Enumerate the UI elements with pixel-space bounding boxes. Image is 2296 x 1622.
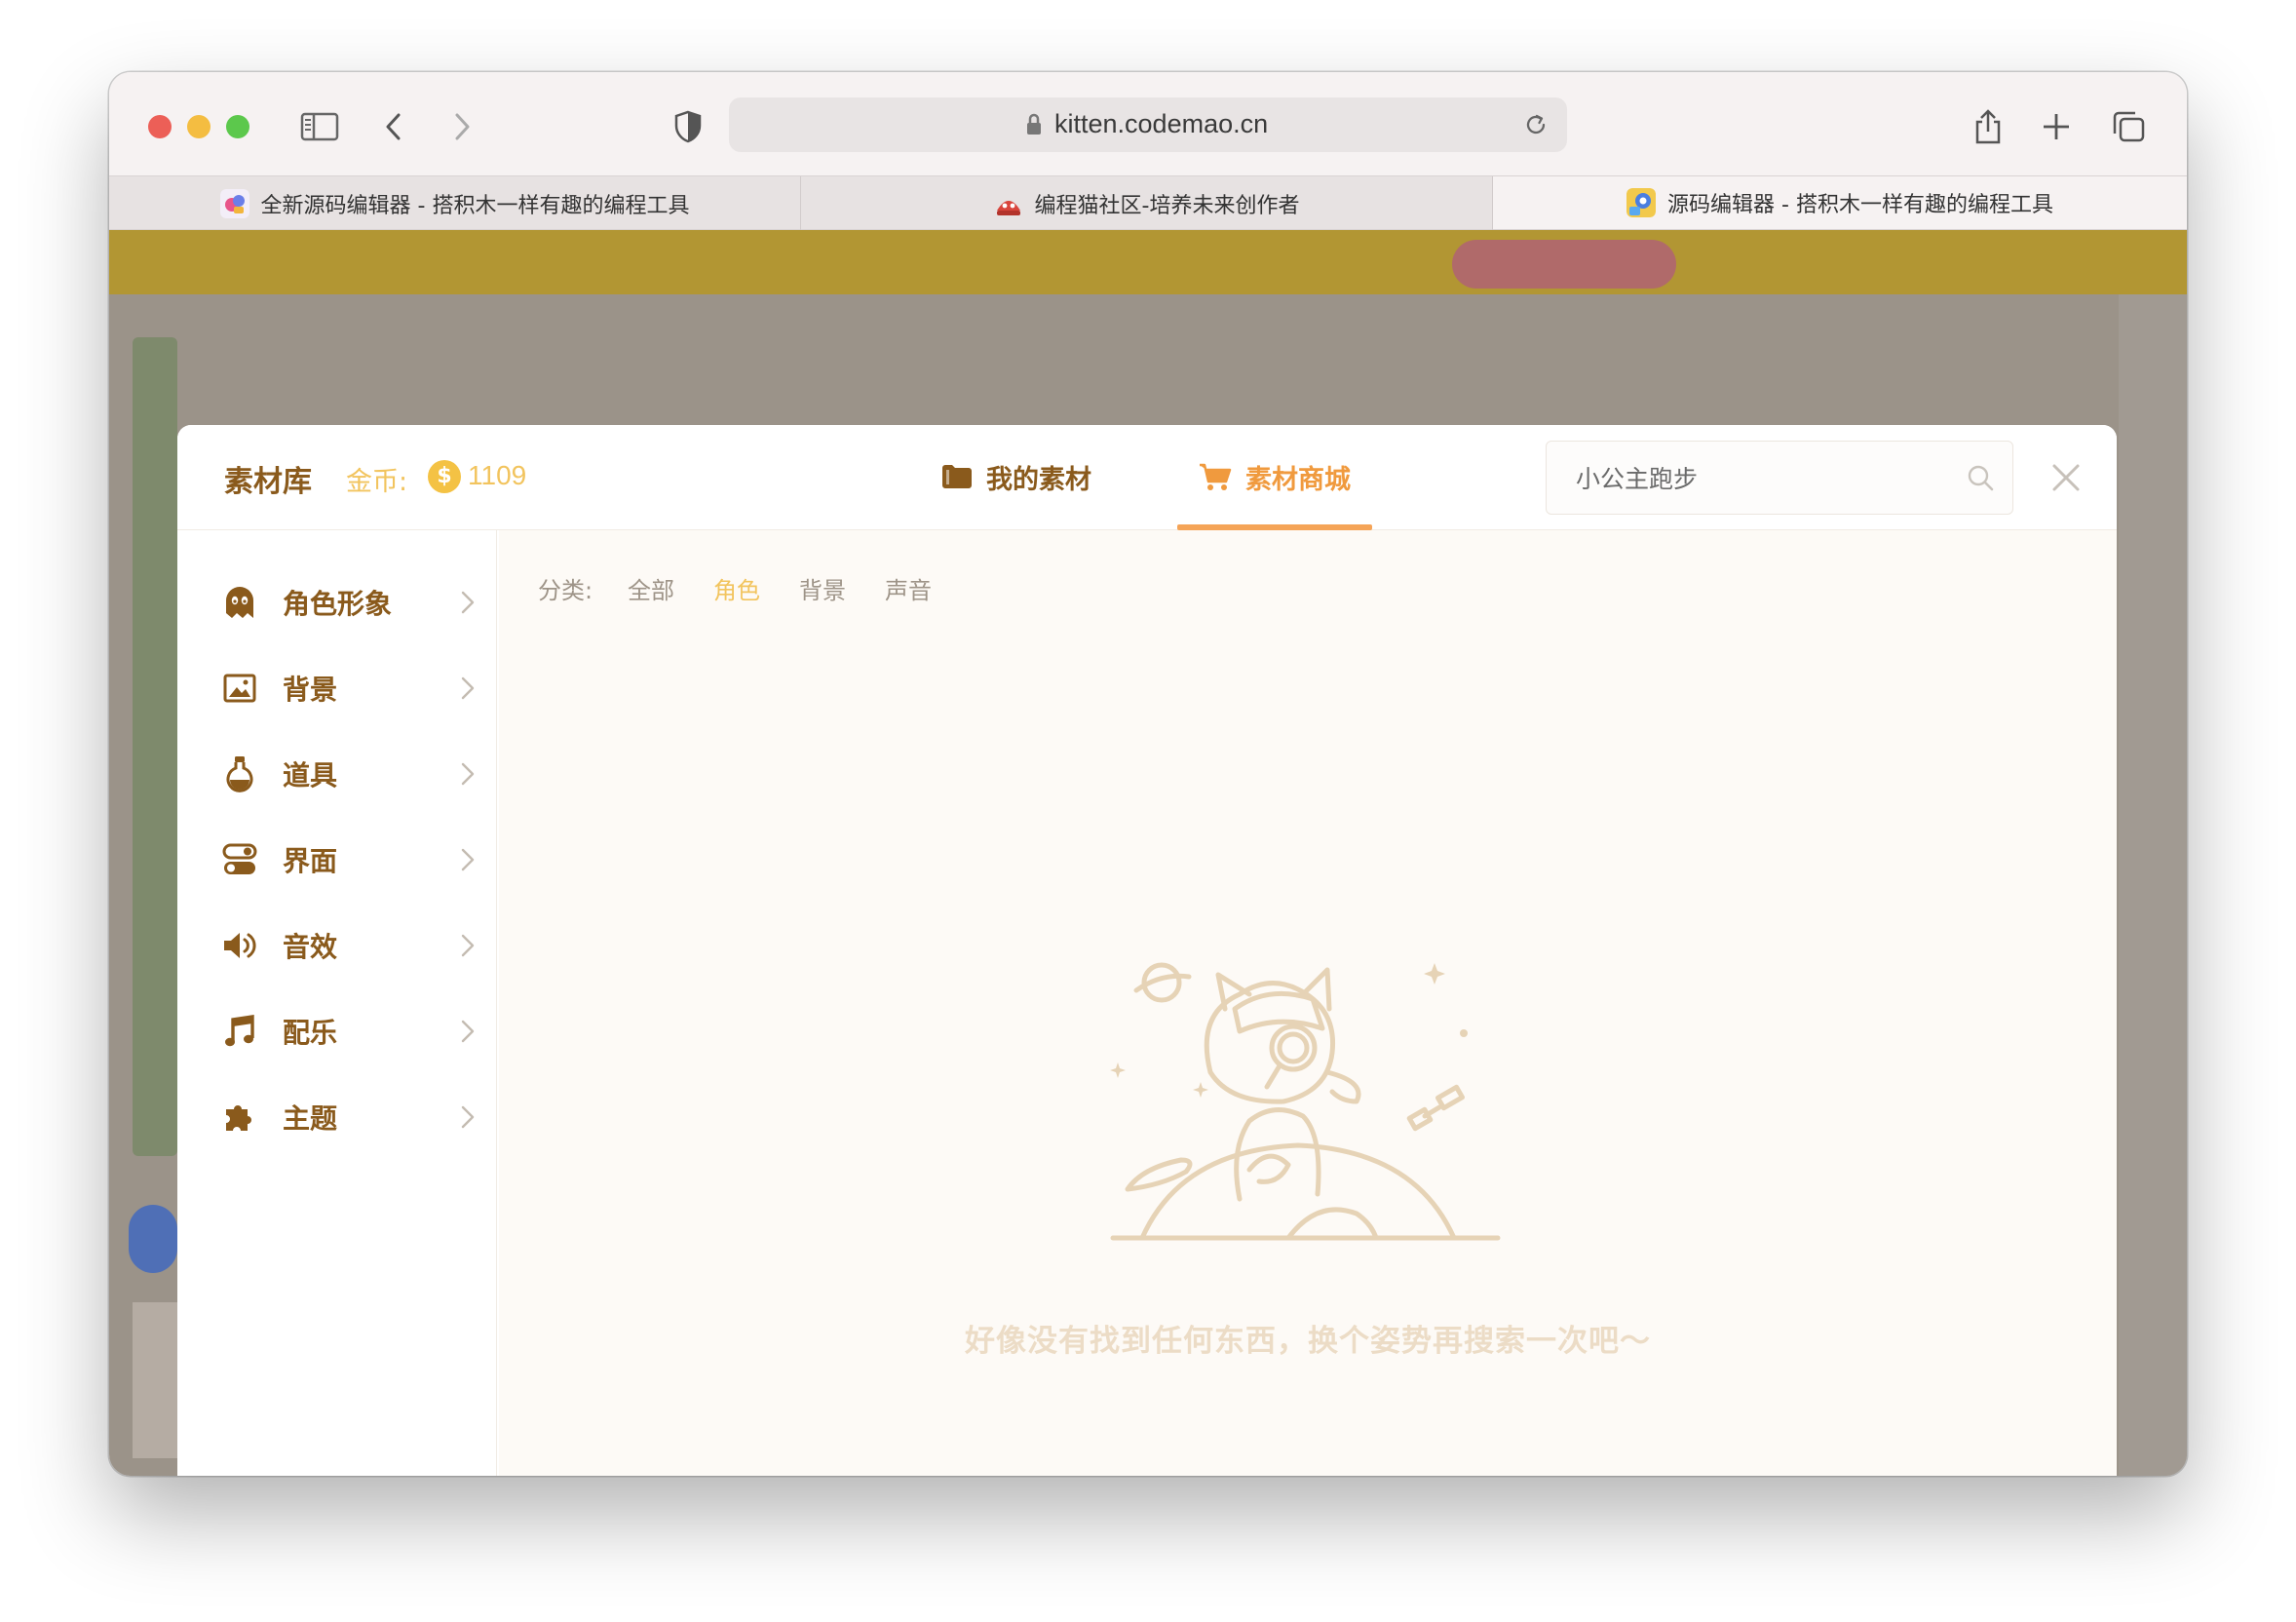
sidebar-item-props[interactable]: 道具 xyxy=(177,743,497,805)
folder-icon xyxy=(942,465,972,488)
new-tab-icon[interactable] xyxy=(2035,105,2078,148)
puzzle-icon xyxy=(220,1098,259,1137)
sidebar-item-themes[interactable]: 主题 xyxy=(177,1086,497,1148)
zoom-window-button[interactable] xyxy=(226,115,249,138)
tab-title: 编程猫社区-培养未来创作者 xyxy=(1034,194,1300,218)
privacy-shield-icon[interactable] xyxy=(667,105,709,148)
lock-icon xyxy=(1025,113,1043,140)
tab-label: 素材商城 xyxy=(1245,464,1351,495)
sidebar-item-label: 主题 xyxy=(283,1102,338,1135)
material-content-area: 分类: 全部 角色 背景 声音 好像没有找到任何东西，换个姿势再搜索一次吧～ xyxy=(499,530,2117,1476)
toggle-icon xyxy=(220,840,259,879)
back-icon[interactable] xyxy=(372,105,415,148)
page-right-rail-dimmed xyxy=(2119,294,2187,1476)
sidebar-item-interface[interactable]: 界面 xyxy=(177,829,497,891)
coin-label: 金币: xyxy=(346,467,408,497)
close-window-button[interactable] xyxy=(148,115,172,138)
image-icon xyxy=(220,669,259,708)
page-stage-dimmed xyxy=(133,337,177,1156)
minimize-window-button[interactable] xyxy=(187,115,210,138)
page-blue-button-dimmed xyxy=(129,1205,177,1273)
filter-background[interactable]: 背景 xyxy=(799,571,846,605)
coin-balance: 1109 xyxy=(468,460,527,490)
tab-my-materials[interactable]: 我的素材 xyxy=(941,454,1091,499)
codemao-editor-favicon xyxy=(219,189,249,218)
codemao-community-favicon xyxy=(996,201,1020,215)
tab-title: 源码编辑器 - 搭积木一样有趣的编程工具 xyxy=(1667,193,2053,217)
sidebar-toggle-icon[interactable] xyxy=(298,105,341,148)
browser-tab-1[interactable]: 全新源码编辑器 - 搭积木一样有趣的编程工具 xyxy=(109,176,801,231)
chevron-right-icon xyxy=(461,676,475,700)
tab-strip: 全新源码编辑器 - 搭积木一样有趣的编程工具 编程猫社区-培养未来创作者 源码编… xyxy=(109,175,2187,231)
modal-title: 素材库 xyxy=(224,465,312,499)
chevron-right-icon xyxy=(461,1020,475,1043)
empty-state-cat-illustration xyxy=(1110,962,1501,1241)
sidebar-item-music[interactable]: 配乐 xyxy=(177,1000,497,1062)
forward-icon[interactable] xyxy=(440,105,483,148)
sidebar-item-sound-effects[interactable]: 音效 xyxy=(177,914,497,977)
browser-tab-2[interactable]: 编程猫社区-培养未来创作者 xyxy=(801,176,1493,231)
chevron-right-icon xyxy=(461,762,475,786)
material-library-modal: 素材库 金币: $ 1109 我的素材 素材商城 小公主跑步 角色形象 背景 道… xyxy=(177,425,2117,1476)
browser-window: kitten.codemao.cn 全新源码编辑器 - 搭积木一样有趣的编程工具… xyxy=(109,72,2187,1476)
search-box[interactable] xyxy=(1546,441,2013,515)
browser-toolbar: kitten.codemao.cn xyxy=(109,72,2187,175)
sidebar-item-label: 角色形象 xyxy=(283,588,393,620)
url-text: kitten.codemao.cn xyxy=(1054,109,1269,138)
filter-role-selected[interactable]: 角色 xyxy=(713,571,760,605)
chevron-right-icon xyxy=(461,848,475,871)
sidebar-item-characters[interactable]: 角色形象 xyxy=(177,571,497,634)
address-bar[interactable]: kitten.codemao.cn xyxy=(729,97,1567,152)
tab-label: 我的素材 xyxy=(986,464,1091,495)
potion-icon xyxy=(220,754,259,793)
tab-overview-icon[interactable] xyxy=(2107,105,2150,148)
page-backdrop: 素材库 金币: $ 1109 我的素材 素材商城 小公主跑步 角色形象 背景 道… xyxy=(109,230,2187,1476)
filter-label: 分类: xyxy=(538,577,593,604)
sidebar-item-label: 配乐 xyxy=(283,1017,338,1049)
coin-icon: $ xyxy=(428,460,461,493)
chevron-right-icon xyxy=(461,591,475,614)
sidebar-item-backgrounds[interactable]: 背景 xyxy=(177,657,497,719)
search-icon[interactable] xyxy=(1966,463,1995,496)
shopping-cart-icon xyxy=(1200,463,1232,490)
filter-sound[interactable]: 声音 xyxy=(885,571,932,605)
close-icon[interactable] xyxy=(2048,460,2084,495)
search-input[interactable] xyxy=(1574,457,1944,498)
tab-material-store[interactable]: 素材商城 xyxy=(1199,454,1351,499)
music-note-icon xyxy=(220,1012,259,1051)
chevron-right-icon xyxy=(461,934,475,957)
modal-header: 素材库 金币: $ 1109 我的素材 素材商城 xyxy=(177,425,2117,530)
page-pill-dimmed xyxy=(1452,240,1676,289)
share-icon[interactable] xyxy=(1967,105,2009,148)
tab-title: 全新源码编辑器 - 搭积木一样有趣的编程工具 xyxy=(260,194,690,218)
speaker-icon xyxy=(220,926,259,965)
browser-tab-3-active[interactable]: 源码编辑器 - 搭积木一样有趣的编程工具 xyxy=(1493,176,2187,229)
reload-icon[interactable] xyxy=(1522,111,1550,142)
sidebar-item-label: 音效 xyxy=(283,931,338,963)
filter-all[interactable]: 全部 xyxy=(628,571,674,605)
sidebar-item-label: 界面 xyxy=(283,845,338,877)
category-sidebar: 角色形象 背景 道具 界面 音效 配乐 主题 xyxy=(177,530,497,1476)
sidebar-item-label: 背景 xyxy=(283,674,338,706)
empty-state-message: 好像没有找到任何东西，换个姿势再搜索一次吧～ xyxy=(965,1324,1651,1359)
kitten-editor-favicon xyxy=(1626,188,1657,217)
ghost-icon xyxy=(220,583,259,622)
page-header-dimmed xyxy=(109,230,2187,294)
sidebar-item-label: 道具 xyxy=(283,759,338,792)
chevron-right-icon xyxy=(461,1105,475,1129)
